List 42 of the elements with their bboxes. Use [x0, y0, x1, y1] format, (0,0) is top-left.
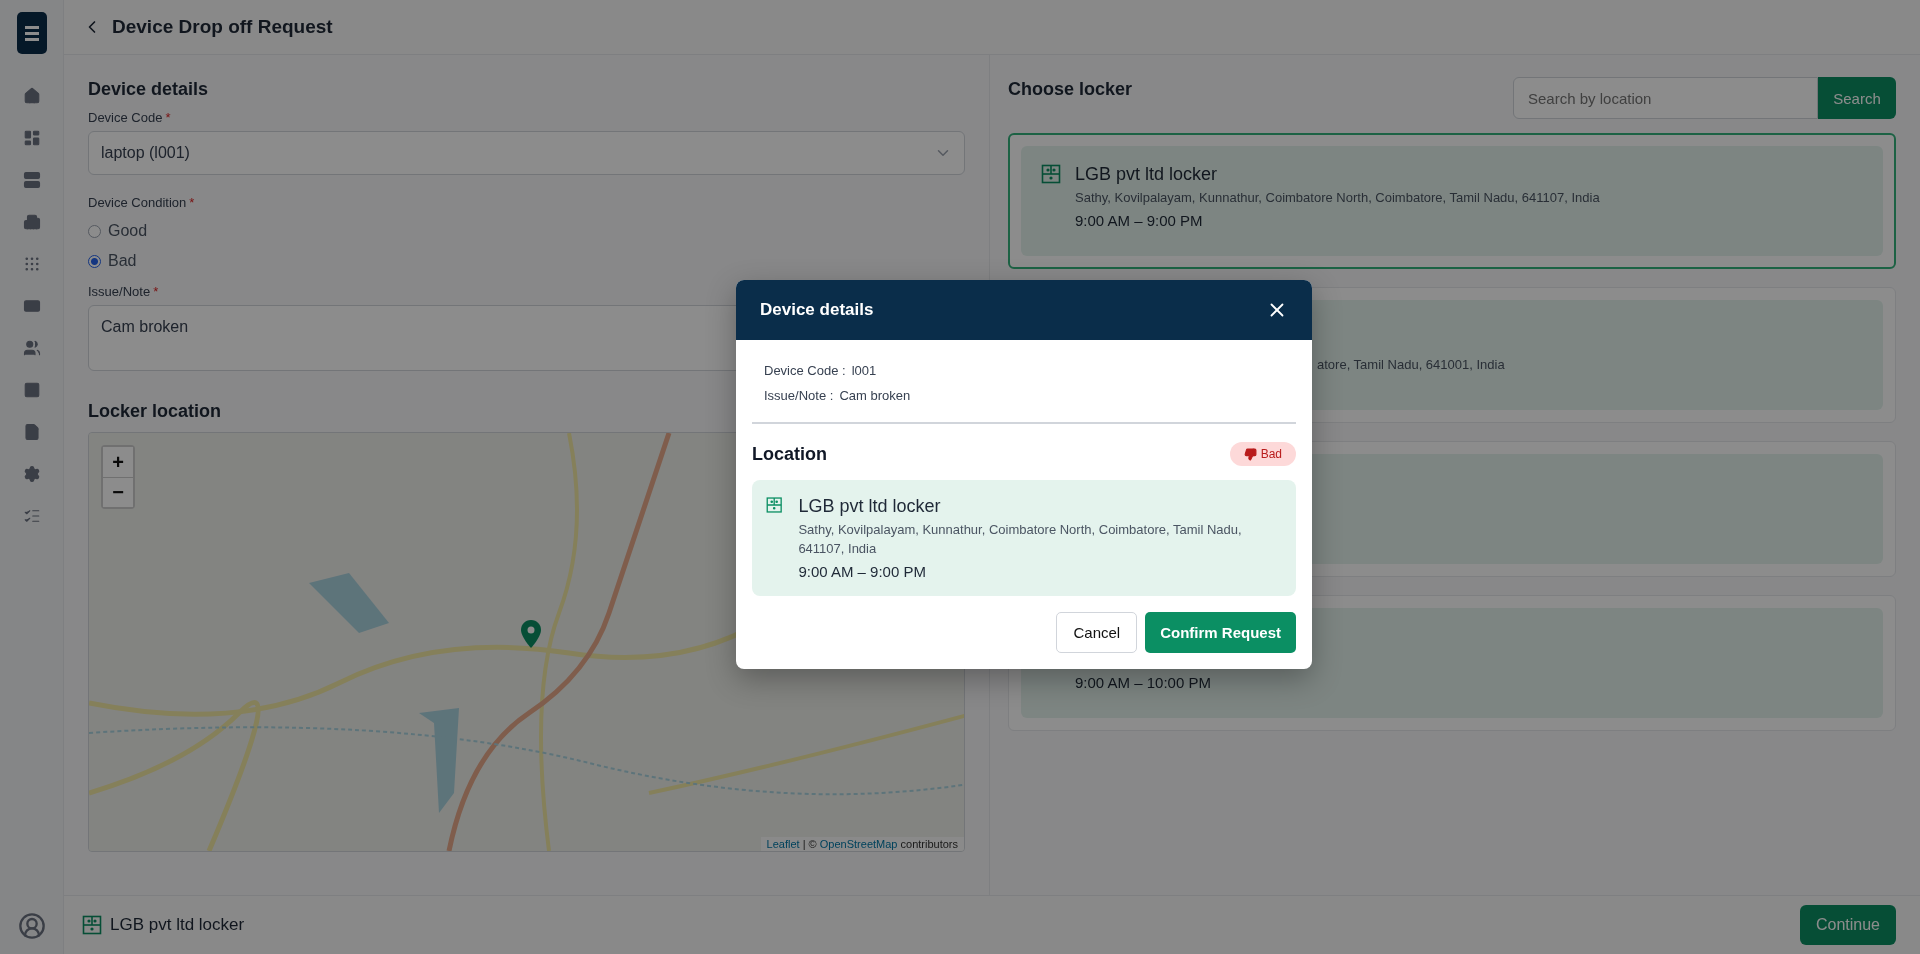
locker-icon — [766, 496, 783, 514]
leaflet-link[interactable]: Leaflet — [766, 838, 800, 850]
locker-name: LGB pvt ltd locker — [798, 496, 941, 517]
selected-locker-name: LGB pvt ltd locker — [110, 915, 245, 935]
field-label: Device Code * — [88, 110, 172, 125]
detail-line: Issue/Note : Cam broken — [763, 387, 912, 405]
location-pin-icon[interactable] — [521, 620, 541, 648]
field-label: Device Condition * — [88, 195, 196, 210]
required-mark: * — [153, 284, 159, 299]
openstreetmap-link[interactable]: OpenStreetMap — [819, 838, 898, 850]
locker-hours: 9:00 AM – 9:00 PM — [798, 562, 926, 580]
location-heading: Location — [752, 443, 827, 465]
zoom-out-button[interactable]: − — [103, 477, 133, 507]
thumbs-down-icon — [1243, 447, 1257, 461]
radio-option[interactable]: Bad — [88, 246, 965, 276]
locker-name: LGB pvt ltd locker — [1075, 164, 1218, 185]
radio-button[interactable] — [88, 224, 101, 238]
locker-icon — [82, 915, 102, 935]
radio-option[interactable]: Good — [88, 216, 965, 246]
locker-hours: 9:00 AM – 10:00 PM — [1075, 674, 1211, 691]
section-heading: Device details — [88, 79, 210, 100]
cancel-button[interactable]: Cancel — [1056, 611, 1138, 653]
required-mark: * — [189, 195, 195, 210]
locker-address: atore, Tamil Nadu, 641001, India — [1317, 356, 1505, 374]
locker-address: Sathy, Kovilpalayam, Kunnathur, Coimbatore North, Coimbatore, Tamil Nadu, 641107, India — [1075, 189, 1600, 207]
section-heading: Choose locker — [1008, 79, 1133, 100]
condition-badge: Bad — [1229, 442, 1296, 466]
search-field[interactable]: Search by location — [1513, 77, 1818, 119]
device-code-select[interactable]: laptop (l001) — [88, 131, 965, 175]
section-heading: Locker location — [88, 401, 223, 422]
page-title: Device Drop off Request — [112, 16, 333, 38]
locker-icon — [1041, 164, 1061, 184]
radio-button[interactable] — [88, 254, 101, 268]
locker-address: Sathy, Kovilpalayam, Kunnathur, Coimbatore North, Coimbatore, Tamil Nadu, 641107, India — [798, 521, 1243, 558]
search-button[interactable]: Search — [1818, 77, 1896, 119]
map-attribution: Leaflet | © OpenStreetMap contributors — [760, 837, 964, 851]
locker-hours: 9:00 AM – 9:00 PM — [1075, 211, 1203, 229]
locker-card[interactable]: LGB pvt ltd locker Sathy, Kovilpalayam, Kunnathur, Coimbatore North, Coimbatore, Tamil Nadu, 641107, India 9:00 AM – 9:00 PM — [1008, 133, 1896, 269]
confirm-request-button[interactable]: Confirm Request — [1145, 611, 1296, 653]
continue-button[interactable]: Continue — [1799, 905, 1896, 945]
required-mark: * — [165, 110, 171, 125]
logo-icon — [16, 12, 47, 54]
